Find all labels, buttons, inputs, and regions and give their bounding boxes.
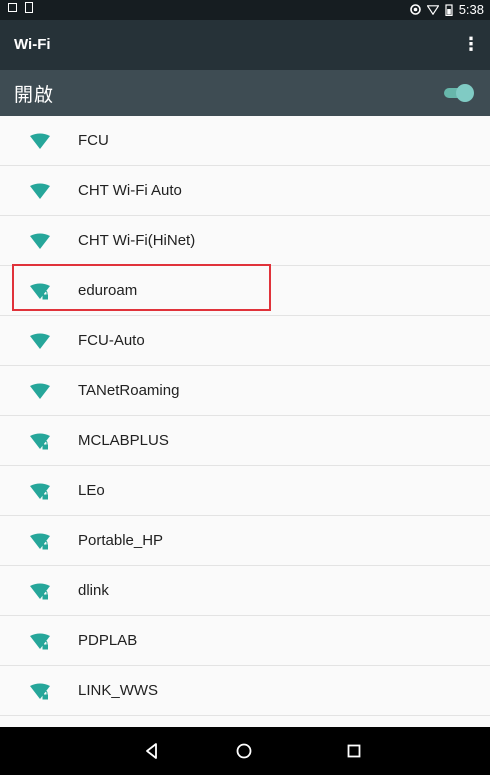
wifi-lock-icon — [30, 583, 50, 600]
app-bar: Wi-Fi ⋮ — [0, 20, 490, 70]
more-vert-icon[interactable]: ⋮ — [462, 34, 480, 54]
network-item-dlink[interactable]: dlink — [0, 566, 490, 616]
wifi-signal-icon — [30, 133, 50, 149]
recents-icon[interactable] — [342, 739, 366, 763]
network-item-link-wws[interactable]: LINK_WWS — [0, 666, 490, 716]
wifi-toggle[interactable] — [444, 84, 474, 102]
screenshot-icon — [8, 3, 17, 12]
navigation-bar — [0, 727, 490, 775]
battery-icon — [445, 3, 453, 16]
wifi-lock-icon — [30, 433, 50, 450]
selection-highlight — [12, 264, 271, 311]
network-name: FCU-Auto — [78, 332, 145, 349]
wifi-lock-icon — [30, 683, 50, 700]
status-bar: 5:38 — [0, 0, 490, 20]
sim-icon — [25, 2, 33, 13]
network-list: FCU CHT Wi-Fi Auto CHT Wi-Fi(HiNet) eduroam… — [0, 116, 490, 716]
network-item-fcu-auto[interactable]: FCU-Auto — [0, 316, 490, 366]
wifi-lock-icon — [30, 483, 50, 500]
home-icon[interactable] — [232, 739, 256, 763]
network-name: Portable_HP — [78, 532, 164, 549]
wifi-switch-label: 開啟 — [14, 85, 55, 106]
network-name: MCLABPLUS — [78, 432, 169, 449]
network-item-cht-wi-fi-auto[interactable]: CHT Wi-Fi Auto — [0, 166, 490, 216]
wifi-signal-icon — [30, 183, 50, 199]
wifi-switch-bar[interactable]: 開啟 — [0, 70, 490, 116]
network-name: TANetRoaming — [78, 382, 180, 399]
wifi-signal-icon — [30, 333, 50, 349]
network-item-fcu[interactable]: FCU — [0, 116, 490, 166]
network-name: FCU — [78, 132, 109, 149]
network-name: LINK_WWS — [78, 682, 159, 699]
network-name: CHT Wi-Fi Auto — [78, 182, 182, 199]
toggle-thumb — [456, 84, 474, 102]
wifi-status-icon — [426, 4, 439, 15]
wifi-signal-icon — [30, 233, 50, 249]
network-name: dlink — [78, 582, 109, 599]
network-item-portable-hp[interactable]: Portable_HP — [0, 516, 490, 566]
network-item-mclabplus[interactable]: MCLABPLUS — [0, 416, 490, 466]
network-item-tanetroaming[interactable]: TANetRoaming — [0, 366, 490, 416]
network-name: PDPLAB — [78, 632, 138, 649]
wifi-lock-icon — [30, 533, 50, 550]
page-title: Wi-Fi — [14, 36, 51, 53]
alarm-icon — [409, 4, 421, 15]
network-name: LEo — [78, 482, 105, 499]
network-item-pdplab[interactable]: PDPLAB — [0, 616, 490, 666]
network-item-cht-wi-fi-hinet[interactable]: CHT Wi-Fi(HiNet) — [0, 216, 490, 266]
clock: 5:38 — [458, 2, 484, 17]
wifi-signal-icon — [30, 383, 50, 399]
wifi-lock-icon — [30, 633, 50, 650]
network-name: CHT Wi-Fi(HiNet) — [78, 232, 196, 249]
network-item-leo[interactable]: LEo — [0, 466, 490, 516]
back-icon[interactable] — [140, 739, 164, 763]
